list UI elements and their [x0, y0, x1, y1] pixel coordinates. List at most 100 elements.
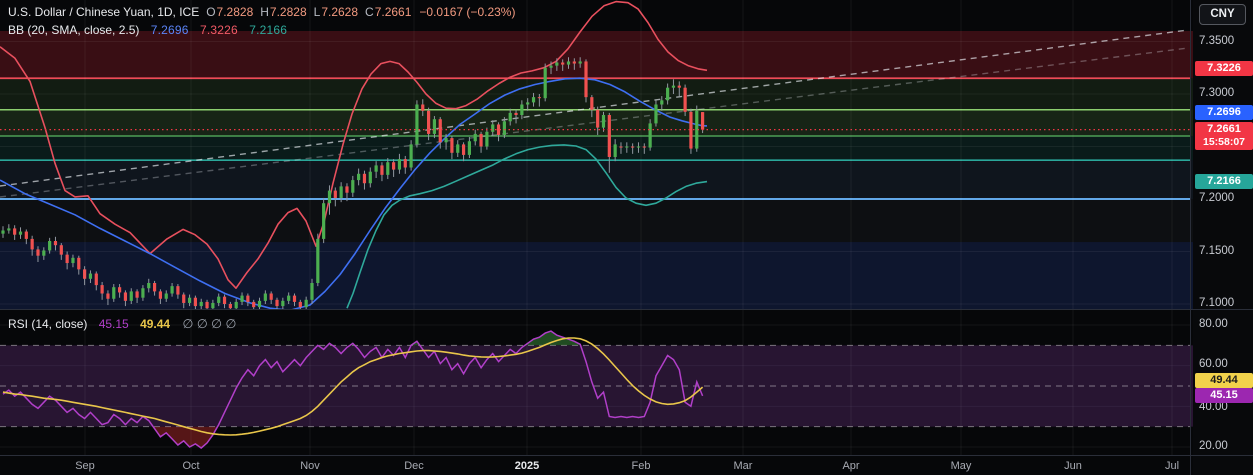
candle-body — [7, 228, 11, 231]
candle-body — [269, 293, 273, 300]
currency-button[interactable]: CNY — [1199, 4, 1246, 25]
candle-body — [176, 286, 180, 295]
candle-body — [677, 85, 681, 88]
candle-body — [392, 162, 396, 170]
candle-body — [660, 100, 664, 105]
axis-label: 20.00 — [1199, 440, 1228, 452]
candle-body — [65, 254, 69, 264]
candle-body — [374, 165, 378, 172]
candle-body — [543, 67, 547, 99]
candle-body — [228, 304, 232, 309]
rsi-label[interactable]: RSI (14, close) — [8, 317, 87, 331]
time-axis-separator[interactable] — [0, 455, 1253, 456]
candle-body — [701, 112, 705, 130]
time-axis-label: Oct — [182, 460, 199, 472]
candle-body — [648, 123, 652, 148]
candle-body — [158, 291, 163, 299]
price-zone — [0, 199, 1193, 243]
bb-indicator-legend[interactable]: BB (20, SMA, close, 2.5) 7.2696 7.3226 7… — [8, 23, 287, 37]
candle-body — [257, 300, 262, 308]
bb-lower-value: 7.2166 — [249, 23, 288, 37]
candle-body — [485, 131, 489, 147]
candle-body — [333, 190, 337, 198]
time-axis-label: Apr — [842, 460, 859, 472]
candle-body — [310, 283, 314, 300]
candle-body — [403, 159, 407, 168]
chart-canvas[interactable]: Sep Oct Nov Dec 2025 Feb Mar Apr May Jun Jul — [0, 0, 1193, 475]
candle-body — [426, 110, 431, 134]
candle-body — [94, 273, 98, 286]
candle-body — [199, 301, 203, 307]
candle-body — [48, 241, 52, 251]
low-value: 7.2628 — [321, 5, 359, 19]
axis-price-badge: 7.2661 15:58:07 — [1195, 122, 1253, 150]
candle-body — [566, 61, 571, 65]
price-zone — [0, 31, 1193, 79]
candle-body — [193, 297, 197, 307]
candle-body — [397, 159, 402, 170]
candle-body — [619, 146, 623, 148]
candle-body — [106, 293, 110, 299]
time-axis-label: Sep — [75, 460, 95, 472]
candle-body — [135, 291, 139, 298]
close-label: C — [365, 5, 374, 19]
rsi-empty-slots: ∅ ∅ ∅ ∅ — [182, 317, 237, 331]
candle-body — [666, 87, 670, 101]
candle-body — [118, 287, 122, 293]
pane-separator[interactable] — [0, 309, 1253, 310]
candle-body — [456, 144, 460, 153]
high-value: 7.2828 — [269, 5, 307, 19]
candle-body — [636, 146, 641, 148]
candle-body — [432, 119, 437, 134]
candle-body — [502, 121, 506, 135]
bb-basis-value: 7.2696 — [150, 23, 189, 37]
candle-body — [351, 180, 355, 193]
time-axis-label: Jun — [1064, 460, 1082, 472]
axis-label: 60.00 — [1199, 358, 1228, 370]
candle-body — [421, 104, 425, 111]
candle-body — [287, 295, 291, 301]
candle-body — [631, 146, 635, 148]
axis-label: 7.2000 — [1199, 192, 1235, 204]
candle-body — [520, 104, 524, 115]
candle-body — [479, 133, 483, 147]
axis-label: 7.3500 — [1199, 35, 1235, 47]
candle-body — [555, 62, 559, 66]
candle-body — [491, 124, 495, 132]
symbol-legend[interactable]: U.S. Dollar / Chinese Yuan, 1D, ICE O7.28… — [8, 5, 515, 19]
candle-body — [88, 273, 93, 279]
time-axis-label: Jul — [1165, 460, 1179, 472]
time-axis-label: Mar — [734, 460, 753, 472]
bb-label[interactable]: BB (20, SMA, close, 2.5) — [8, 23, 139, 37]
candle-body — [613, 144, 617, 157]
time-axis-label: Nov — [300, 460, 320, 472]
bb-upper-value: 7.3226 — [199, 23, 238, 37]
trading-chart-app: Sep Oct Nov Dec 2025 Feb Mar Apr May Jun Jul U.S. … — [0, 0, 1253, 475]
candle-body — [304, 299, 308, 308]
candle-body — [100, 285, 104, 294]
candle-body — [240, 295, 244, 302]
candle-body — [205, 301, 209, 309]
candle-body — [327, 190, 332, 204]
price-zone — [0, 160, 1193, 199]
candle-body — [438, 119, 442, 143]
price-axis[interactable]: CNY 7.3500 7.3000 7.2000 7.1500 7.1000 80.00 6… — [1193, 0, 1253, 475]
candle-body — [263, 293, 267, 301]
candle-body — [671, 85, 676, 88]
rsi-indicator-legend[interactable]: RSI (14, close) 45.15 49.44 ∅ ∅ ∅ ∅ — [8, 316, 236, 331]
rsi-value: 45.15 — [98, 317, 129, 331]
candle-body — [578, 61, 582, 64]
candle-body — [380, 165, 384, 175]
candle-body — [572, 61, 576, 64]
price-axis-separator[interactable] — [1190, 0, 1191, 475]
candle-body — [561, 62, 565, 65]
candle-body — [584, 61, 588, 98]
axis-label: 7.1500 — [1199, 245, 1235, 257]
candle-body — [409, 144, 413, 168]
time-axis-label: Dec — [404, 460, 424, 472]
candle-body — [531, 97, 536, 103]
rsi-ma-value: 49.44 — [140, 317, 171, 331]
candle-body — [164, 293, 168, 299]
symbol-title[interactable]: U.S. Dollar / Chinese Yuan, 1D, ICE — [8, 5, 199, 19]
high-label: H — [260, 5, 269, 19]
